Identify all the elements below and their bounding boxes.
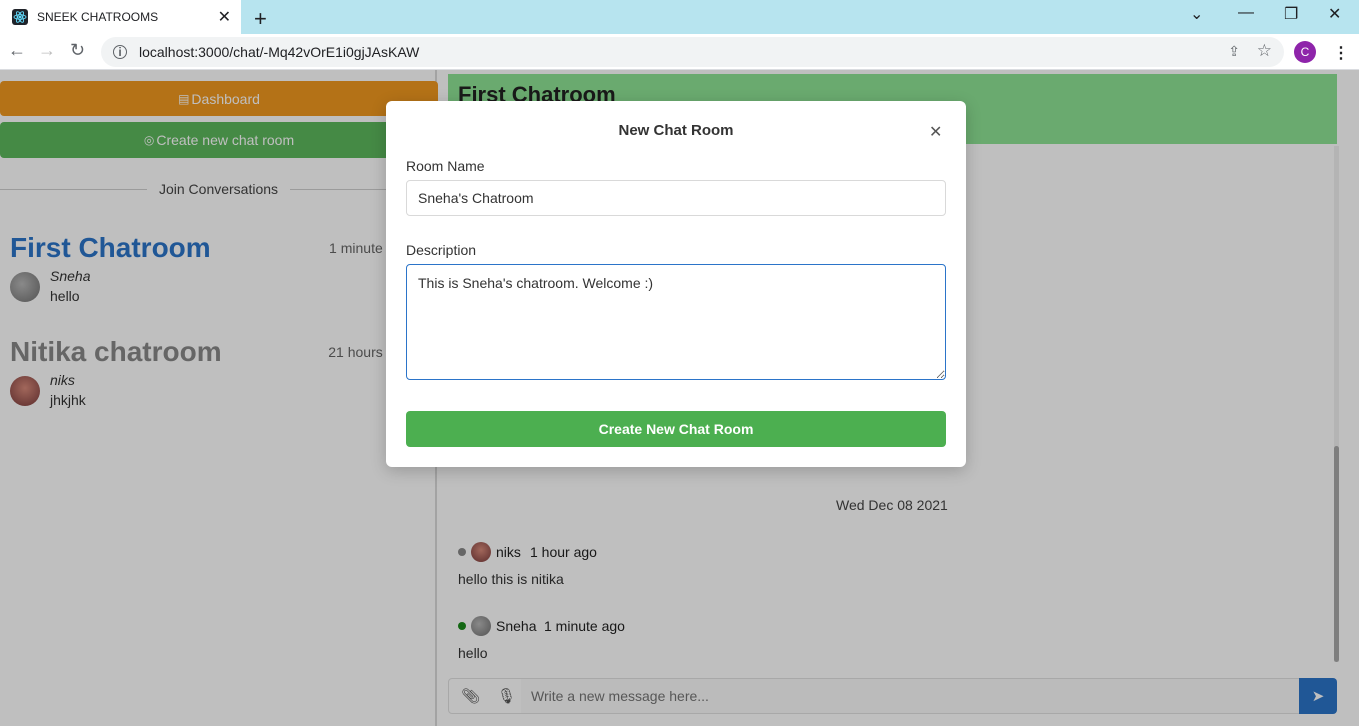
url-field[interactable]: i localhost:3000/chat/-Mq42vOrE1i0gjJAsK… <box>101 37 1284 67</box>
back-icon[interactable]: ← <box>8 40 26 61</box>
new-chat-room-modal: New Chat Room ✕ Room Name Description Th… <box>386 101 966 467</box>
description-textarea[interactable]: This is Sneha's chatroom. Welcome :) <box>406 264 946 380</box>
modal-title: New Chat Room <box>618 122 734 139</box>
react-logo-icon <box>12 9 28 25</box>
close-icon[interactable]: ✕ <box>218 7 231 27</box>
forward-icon[interactable]: → <box>38 40 56 61</box>
share-icon[interactable]: ⇪ <box>1228 43 1240 60</box>
reload-icon[interactable]: ↻ <box>70 40 85 61</box>
room-name-label: Room Name <box>406 158 485 174</box>
browser-tab[interactable]: SNEEK CHATROOMS ✕ <box>0 0 241 34</box>
minimize-icon[interactable]: — <box>1238 4 1254 22</box>
address-bar: ← → ↻ i localhost:3000/chat/-Mq42vOrE1i0… <box>0 34 1359 70</box>
bookmark-star-icon[interactable]: ☆ <box>1257 41 1272 61</box>
window-close-icon[interactable]: ✕ <box>1328 4 1341 24</box>
chevron-down-icon[interactable]: ⌄ <box>1190 4 1203 24</box>
restore-icon[interactable]: ❐ <box>1284 4 1298 24</box>
menu-kebab-icon[interactable]: ⋮ <box>1333 43 1349 63</box>
url-text: localhost:3000/chat/-Mq42vOrE1i0gjJAsKAW <box>139 44 420 60</box>
create-new-chat-room-button[interactable]: Create New Chat Room <box>406 411 946 447</box>
close-icon[interactable]: ✕ <box>929 122 942 142</box>
description-label: Description <box>406 242 477 258</box>
profile-avatar[interactable]: C <box>1294 41 1316 63</box>
new-tab-icon[interactable]: + <box>254 6 267 32</box>
browser-tab-bar: SNEEK CHATROOMS ✕ + ⌄ — ❐ ✕ <box>0 0 1359 34</box>
tab-title: SNEEK CHATROOMS <box>37 10 159 24</box>
info-icon[interactable]: i <box>113 45 127 59</box>
room-name-input[interactable] <box>406 180 946 216</box>
